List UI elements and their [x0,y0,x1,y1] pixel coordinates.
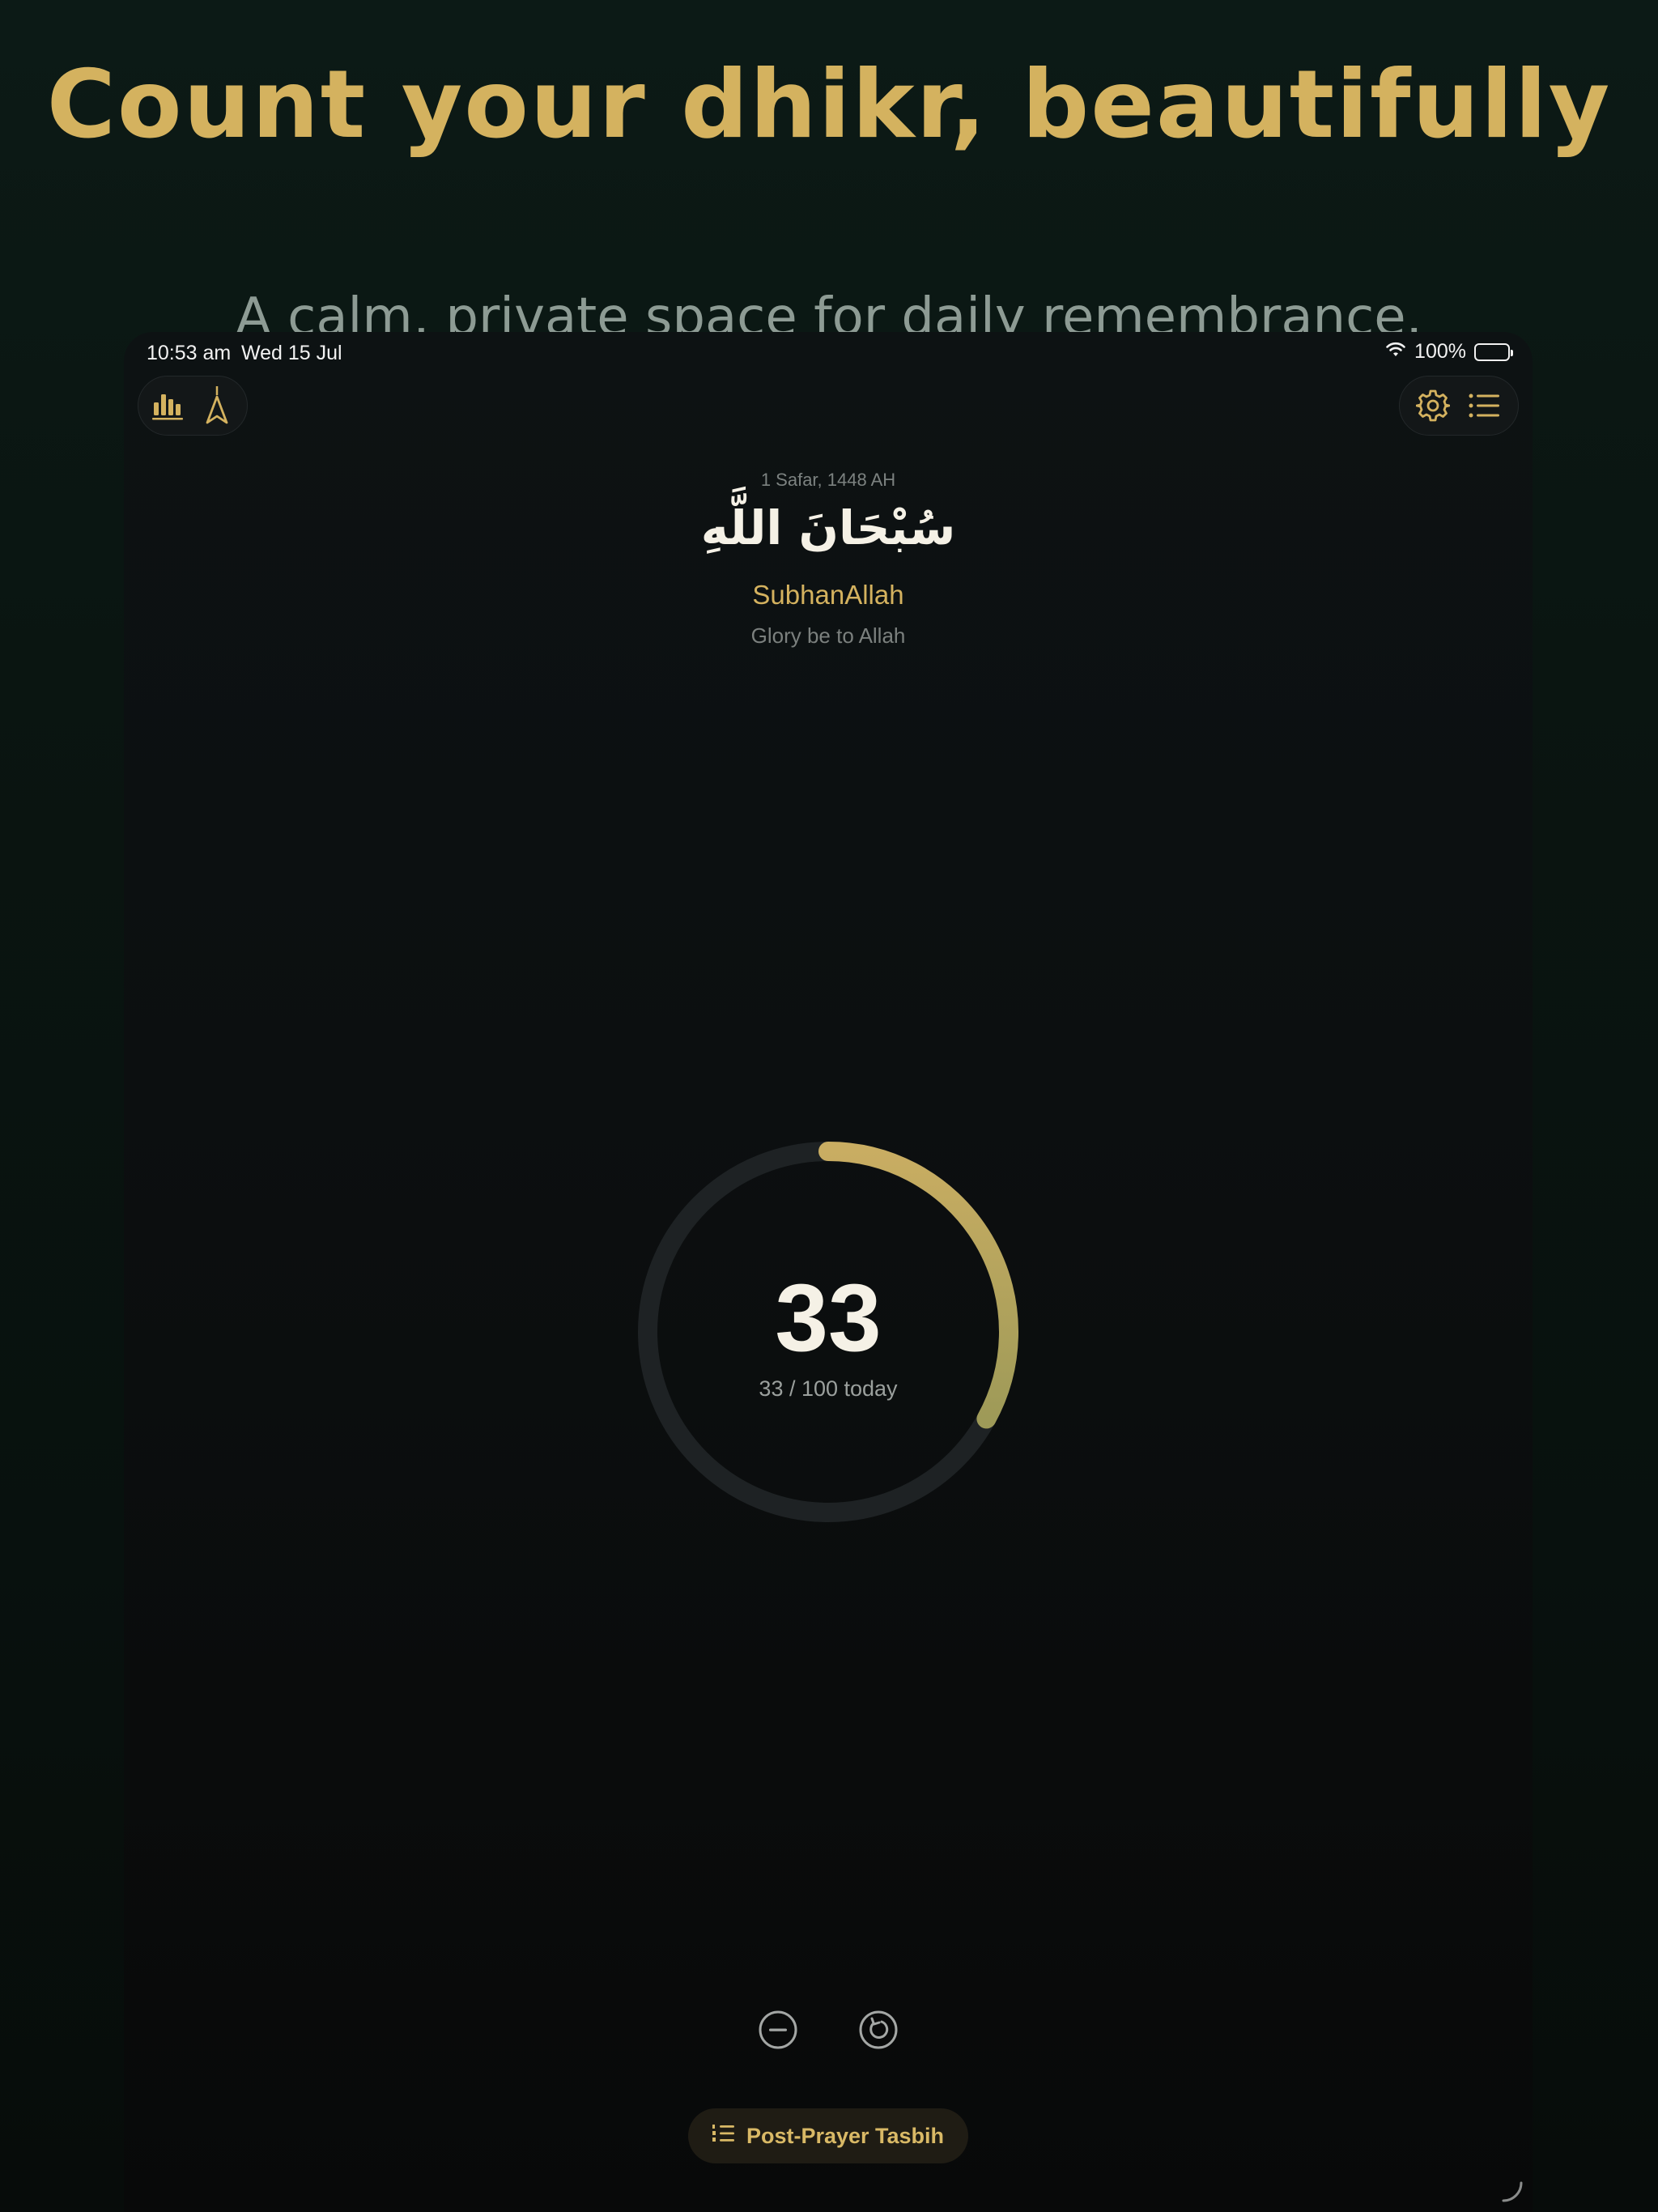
status-time: 10:53 am [147,342,232,364]
battery-icon [1474,342,1513,361]
stats-icon[interactable] [147,384,190,428]
scroll-indicator [1502,2181,1523,2202]
hero-title-text: Count your dhikr, beautifully [46,50,1612,160]
status-bar: 10:53 am Wed 15 Jul 100% [124,332,1533,374]
count-value: 33 [775,1265,882,1372]
reset-button[interactable] [857,2008,900,2052]
list-icon[interactable] [1463,384,1507,428]
qibla-compass-icon[interactable] [195,384,239,428]
settings-icon[interactable] [1411,384,1455,428]
dhikr-transliteration: SubhanAllah [752,580,904,610]
device-screen: 10:53 am Wed 15 Jul 100% 1 Safar, 1448 A… [124,332,1533,2212]
minus-circle-icon [759,2010,797,2049]
numbered-list-icon [712,2123,735,2150]
reset-icon [859,2010,898,2049]
dhikr-translation: Glory be to Allah [750,623,906,648]
preset-button[interactable]: Post-Prayer Tasbih [688,2108,968,2163]
decrement-button[interactable] [756,2008,800,2052]
toolbar-right [1399,376,1519,436]
hijri-date: 1 Safar, 1448 AH [760,470,896,490]
battery-percent: 100% [1414,340,1466,363]
status-right: 100% [1385,340,1513,364]
wifi-icon [1385,340,1406,364]
count-progress-label: 33 / 100 today [759,1376,898,1401]
status-date: Wed 15 Jul [241,342,342,364]
counter-tap-area[interactable]: 33 33 / 100 today [638,1142,1018,1522]
preset-label: Post-Prayer Tasbih [746,2123,945,2148]
hero-title: Count your dhikr, beautifully [0,52,1658,159]
toolbar-left [138,376,248,436]
dhikr-arabic: سُبْحَانَ اللَّهِ [700,500,956,555]
